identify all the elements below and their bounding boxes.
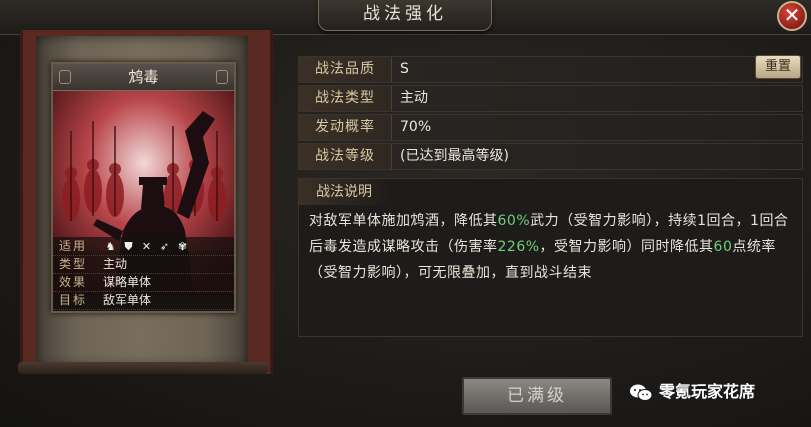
bow-icon: ✕ [141, 240, 152, 253]
watermark: 零氪玩家花席 [629, 378, 755, 406]
info-row-quality: 战法品质 S [298, 56, 803, 83]
close-icon: ✕ [783, 3, 801, 27]
scroll-rod [18, 362, 268, 374]
description-title: 战法说明 [299, 179, 389, 205]
prop-row-applicable: 适用 ♞ ⛊ ✕ ➶ ✾ [53, 237, 234, 256]
card-title-bar: 鸩毒 [53, 64, 234, 91]
close-button[interactable]: ✕ [777, 1, 807, 31]
shield-icon: ⛊ [124, 240, 133, 253]
wechat-icon [630, 384, 653, 401]
reset-button[interactable]: 重置 [755, 55, 801, 79]
description-box: 战法说明 对敌军单体施加鸩酒，降低其60%武力（受智力影响），持续1回合，1回合… [298, 178, 803, 337]
siege-icon: ✾ [177, 240, 188, 253]
tactic-card: 鸩毒 适用 ♞ ⛊ ✕ ➶ ✾ 类型 主动 效果 谋略单体 目标 敌军单体 [51, 62, 236, 313]
prop-row-effect: 效果 谋略单体 [53, 273, 234, 292]
spear-icon: ➶ [159, 240, 170, 253]
info-row-type: 战法类型 主动 [298, 85, 803, 112]
max-level-button[interactable]: 已满级 [462, 377, 612, 415]
watermark-text: 零氪玩家花席 [659, 382, 756, 401]
info-row-level: 战法等级 (已达到最高等级) [298, 143, 803, 170]
card-name: 鸩毒 [128, 68, 159, 86]
ornament-icon [59, 70, 71, 84]
card-properties: 适用 ♞ ⛊ ✕ ➶ ✾ 类型 主动 效果 谋略单体 目标 敌军单体 [53, 237, 234, 311]
window-title: 战法强化 [318, 0, 492, 31]
prop-row-target: 目标 敌军单体 [53, 291, 234, 310]
tactic-info-panel: 战法品质 S 战法类型 主动 发动概率 70% 战法等级 (已达到最高等级) [298, 50, 803, 174]
info-row-rate: 发动概率 70% [298, 114, 803, 141]
ornament-icon [216, 70, 228, 84]
prop-row-type: 类型 主动 [53, 255, 234, 274]
cavalry-icon: ♞ [105, 240, 116, 253]
description-text: 对敌军单体施加鸩酒，降低其60%武力（受智力影响），持续1回合，1回合后毒发造成… [309, 213, 789, 281]
